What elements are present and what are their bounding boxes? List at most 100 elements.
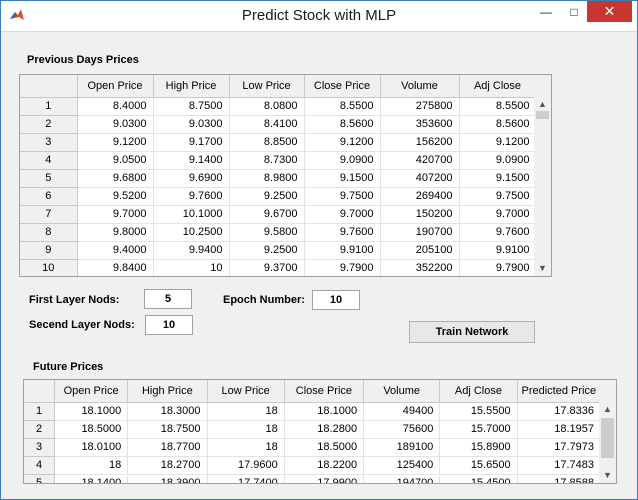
row-header[interactable]: 1 [24, 402, 55, 421]
row-header[interactable]: 3 [20, 133, 78, 152]
table-cell[interactable]: 9.0500 [77, 151, 154, 170]
table-cell[interactable]: 17.7973 [517, 438, 602, 457]
table-row[interactable]: 6 9.5200 9.7600 9.2500 9.7500 269400 9.7500 [20, 187, 537, 206]
table-cell[interactable]: 15.5500 [439, 402, 518, 421]
first-layer-input[interactable]: 5 [144, 289, 192, 309]
scroll-up-icon[interactable]: ▲ [599, 400, 616, 417]
table-cell[interactable]: 15.6500 [439, 456, 518, 475]
table-cell[interactable]: 353600 [380, 115, 460, 134]
row-header[interactable]: 1 [20, 97, 78, 116]
table-cell[interactable]: 10.1000 [153, 205, 230, 224]
column-header[interactable]: Close Price [284, 380, 365, 403]
table-cell[interactable]: 150200 [380, 205, 460, 224]
table-cell[interactable]: 15.7000 [439, 420, 518, 439]
table-row[interactable]: 10 9.8400 10 9.3700 9.7900 352200 9.7900 [20, 259, 537, 276]
title-bar[interactable]: Predict Stock with MLP — □ ✕ [1, 1, 637, 32]
column-header[interactable]: Adj Close [439, 380, 518, 403]
table-cell[interactable]: 9.7500 [304, 187, 381, 206]
future-table-scrollbar[interactable]: ▲ ▼ [599, 380, 616, 483]
column-header[interactable]: Volume [363, 380, 441, 403]
table-cell[interactable]: 9.4000 [77, 241, 154, 260]
table-row[interactable]: 8 9.8000 10.2500 9.5800 9.7600 190700 9.7600 [20, 223, 537, 242]
table-cell[interactable]: 10.2500 [153, 223, 230, 242]
table-cell[interactable]: 156200 [380, 133, 460, 152]
table-cell[interactable]: 18.2800 [284, 420, 365, 439]
table-cell[interactable]: 9.0300 [77, 115, 154, 134]
table-cell[interactable]: 8.5500 [459, 97, 537, 116]
table-cell[interactable]: 9.1700 [153, 133, 230, 152]
table-cell[interactable]: 18.1957 [517, 420, 602, 439]
table-cell[interactable]: 17.7483 [517, 456, 602, 475]
table-cell[interactable]: 9.1400 [153, 151, 230, 170]
epoch-input[interactable]: 10 [312, 290, 360, 310]
table-cell[interactable]: 9.7900 [304, 259, 381, 276]
table-cell[interactable]: 9.1200 [77, 133, 154, 152]
column-header[interactable]: High Price [127, 380, 208, 403]
row-header[interactable]: 5 [20, 169, 78, 188]
previous-prices-table[interactable]: Open Price High Price Low Price Close Pr… [19, 74, 552, 277]
table-cell[interactable]: 18.2200 [284, 456, 365, 475]
table-cell[interactable]: 8.5600 [459, 115, 537, 134]
table-cell[interactable]: 75600 [363, 420, 441, 439]
table-row[interactable]: 2 18.5000 18.7500 18 18.2800 75600 15.7000 18.1… [24, 420, 602, 439]
table-cell[interactable]: 9.9400 [153, 241, 230, 260]
table-cell[interactable]: 18.1000 [54, 402, 129, 421]
table-cell[interactable]: 10 [153, 259, 230, 276]
table-cell[interactable]: 9.7600 [304, 223, 381, 242]
table-row[interactable]: 4 18 18.2700 17.9600 18.2200 125400 15.6500 17.… [24, 456, 602, 475]
table-cell[interactable]: 9.1500 [304, 169, 381, 188]
table-cell[interactable]: 9.5200 [77, 187, 154, 206]
table-cell[interactable]: 9.9100 [304, 241, 381, 260]
column-header[interactable]: Open Price [77, 75, 154, 98]
scroll-thumb[interactable] [536, 111, 549, 119]
table-cell[interactable]: 420700 [380, 151, 460, 170]
table-cell[interactable]: 9.2500 [229, 187, 305, 206]
table-cell[interactable]: 194700 [363, 474, 441, 483]
column-header[interactable]: Close Price [304, 75, 381, 98]
table-cell[interactable]: 8.5600 [304, 115, 381, 134]
table-row[interactable]: 1 18.1000 18.3000 18 18.1000 49400 15.5500 17.8… [24, 402, 602, 421]
table-cell[interactable]: 8.7500 [153, 97, 230, 116]
maximize-button[interactable]: □ [560, 1, 588, 22]
table-cell[interactable]: 9.1200 [304, 133, 381, 152]
table-cell[interactable]: 18.1000 [284, 402, 365, 421]
table-row[interactable]: 5 18.1400 18.3900 17.7400 17.9900 194700 15.45… [24, 474, 602, 483]
row-header[interactable]: 10 [20, 259, 78, 276]
table-cell[interactable]: 18 [207, 438, 285, 457]
row-header[interactable]: 4 [20, 151, 78, 170]
column-header[interactable]: High Price [153, 75, 230, 98]
table-cell[interactable]: 17.7400 [207, 474, 285, 483]
row-header[interactable]: 4 [24, 456, 55, 475]
table-cell[interactable]: 17.8336 [517, 402, 602, 421]
table-cell[interactable]: 49400 [363, 402, 441, 421]
column-header[interactable]: Volume [380, 75, 460, 98]
table-row[interactable]: 3 18.0100 18.7700 18 18.5000 189100 15.8900 17.… [24, 438, 602, 457]
table-cell[interactable]: 9.1500 [459, 169, 537, 188]
minimize-button[interactable]: — [532, 1, 560, 22]
table-cell[interactable]: 9.7000 [304, 205, 381, 224]
table-cell[interactable]: 9.7900 [459, 259, 537, 276]
table-cell[interactable]: 189100 [363, 438, 441, 457]
row-header[interactable]: 7 [20, 205, 78, 224]
table-cell[interactable]: 9.7500 [459, 187, 537, 206]
column-header[interactable]: Low Price [229, 75, 305, 98]
row-header[interactable]: 6 [20, 187, 78, 206]
table-cell[interactable]: 18.3000 [127, 402, 208, 421]
table-cell[interactable]: 9.7000 [459, 205, 537, 224]
column-header[interactable]: Predicted Price [517, 380, 602, 403]
table-cell[interactable]: 18.2700 [127, 456, 208, 475]
row-header[interactable]: 9 [20, 241, 78, 260]
table-cell[interactable]: 9.2500 [229, 241, 305, 260]
table-cell[interactable]: 18.5000 [54, 420, 129, 439]
table-cell[interactable]: 125400 [363, 456, 441, 475]
table-cell[interactable]: 269400 [380, 187, 460, 206]
table-cell[interactable]: 275800 [380, 97, 460, 116]
table-cell[interactable]: 8.9800 [229, 169, 305, 188]
table-cell[interactable]: 18.3900 [127, 474, 208, 483]
table-cell[interactable]: 9.0900 [304, 151, 381, 170]
table-cell[interactable]: 9.0300 [153, 115, 230, 134]
table-cell[interactable]: 18.7500 [127, 420, 208, 439]
table-cell[interactable]: 17.9600 [207, 456, 285, 475]
table-row[interactable]: 9 9.4000 9.9400 9.2500 9.9100 205100 9.9100 [20, 241, 537, 260]
table-cell[interactable]: 190700 [380, 223, 460, 242]
